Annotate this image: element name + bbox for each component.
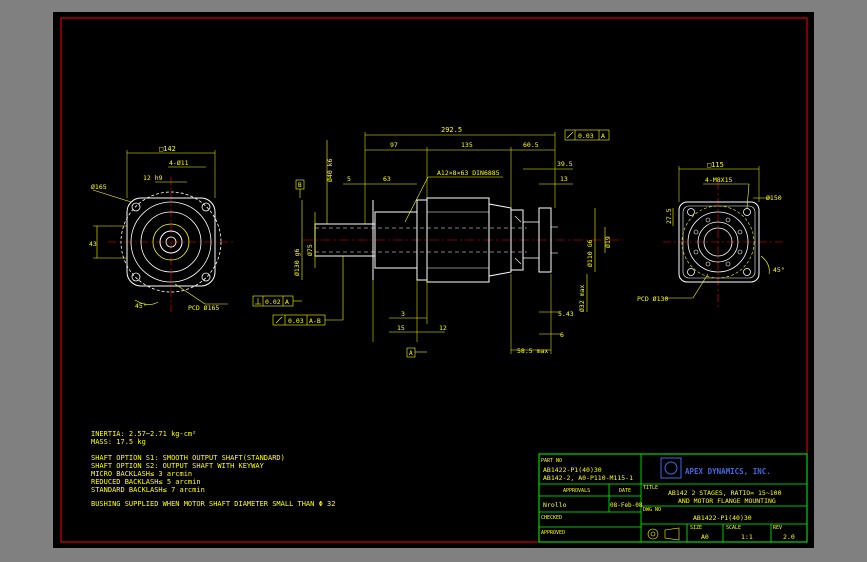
- rear-dia: Ø150: [766, 194, 782, 202]
- dim-dia-19: Ø19: [604, 236, 612, 248]
- front-pcd: PCD Ø165: [188, 304, 219, 312]
- dim-5-43: 5.43: [558, 310, 574, 318]
- size-label: SIZE: [690, 525, 702, 531]
- key-dim: A12×8×63 DIN6885: [437, 169, 500, 177]
- title-line-1: AB142 2 STAGES, RATIO= 15~100: [668, 489, 782, 497]
- front-keyway-dim: 12 h9: [143, 174, 163, 182]
- dim-dia-40: Ø40 k6: [326, 158, 334, 182]
- approved-label: APPROVED: [541, 530, 565, 536]
- part-no-1: AB1422-P1(40)30: [543, 466, 602, 474]
- dim-135: 135: [461, 141, 473, 149]
- rear-square: □115: [707, 161, 724, 169]
- front-angle: 45°: [135, 302, 147, 310]
- part-no-label: PART NO: [541, 458, 562, 464]
- drawing-canvas: □142 4-Ø11 12 h9 Ø165 43 PCD Ø165 45° 29…: [60, 17, 808, 543]
- company-logo-icon: [660, 457, 682, 479]
- dim-58-5: 58.5 max: [517, 347, 548, 355]
- front-height-dim: 43: [89, 240, 97, 248]
- dim-dia-32: Ø32 max: [578, 285, 586, 312]
- title-label: TITLE: [643, 485, 658, 491]
- projection-symbol-icon: [647, 528, 659, 540]
- datum-a: A: [409, 350, 413, 357]
- dim-dia-75: Ø75: [306, 244, 314, 256]
- notes: INERTIA: 2.57~2.71 kg-cm² MASS: 17.5 kg …: [91, 430, 335, 508]
- title-block: PART NO AB1422-P1(40)30 AB142-2, A0-P110…: [538, 453, 808, 543]
- note-line: STANDARD BACKLASH≤ 7 arcmin: [91, 486, 205, 494]
- dim-97: 97: [390, 141, 398, 149]
- runout-tol: 0.03: [288, 317, 304, 325]
- perp-ref: A: [285, 298, 289, 306]
- dim-6: 6: [560, 331, 564, 339]
- perp-tol: 0.02: [265, 298, 281, 306]
- size-value: A0: [701, 533, 709, 541]
- dim-dia-130: Ø130 g6: [293, 249, 301, 276]
- title-line-2: AND MOTOR FLANGE MOUNTING: [678, 497, 776, 505]
- part-no-2: AB142-2, A0-P110-M115-1: [543, 474, 633, 482]
- rev-label: REV: [773, 525, 782, 531]
- dim-63: 63: [383, 175, 391, 183]
- dim-3: 3: [401, 310, 405, 318]
- cad-viewport[interactable]: □142 4-Ø11 12 h9 Ø165 43 PCD Ø165 45° 29…: [53, 12, 814, 548]
- side-view: 292.5 97 135 60.5 5 63 A12×8×63 DIN6885 …: [252, 126, 623, 358]
- note-line: SHAFT OPTION S1: SMOOTH OUTPUT SHAFT(STA…: [91, 454, 285, 462]
- note-line: INERTIA: 2.57~2.71 kg-cm²: [91, 430, 196, 438]
- checked-label: CHECKED: [541, 515, 562, 521]
- rear-holes: 4-M8X15: [705, 176, 732, 184]
- note-line: REDUCED BACKLASH≤ 5 arcmin: [91, 478, 201, 486]
- rear-pcd: PCD Ø130: [637, 295, 668, 303]
- dim-15: 15: [397, 324, 405, 332]
- date-label: DATE: [619, 488, 631, 494]
- front-holes-dim: 4-Ø11: [169, 159, 189, 167]
- top-tolerance: 0.03: [578, 132, 594, 140]
- dim-39-5: 39.5: [557, 160, 573, 168]
- rear-view: □115 4-M8X15 Ø150 27.5 PCD Ø130 45°: [637, 161, 785, 307]
- approvals-label: APPROVALS: [563, 488, 590, 494]
- dwg-no: AB1422-P1(40)30: [693, 514, 752, 522]
- dim-dia-110: Ø110 G6: [586, 240, 594, 267]
- drawn-date: 08-Feb-08: [610, 502, 643, 509]
- note-line: MICRO BACKLASH≤ 3 arcmin: [91, 470, 192, 478]
- drawn-by: Nrollo: [543, 501, 567, 509]
- note-line: MASS: 17.5 kg: [91, 438, 146, 446]
- dim-12: 12: [439, 324, 447, 332]
- scale-value: 1:1: [741, 533, 753, 541]
- rear-angle: 45°: [773, 266, 785, 274]
- note-line: BUSHING SUPPLIED WHEN MOTOR SHAFT DIAMET…: [91, 500, 335, 508]
- runout-ref: A-B: [309, 317, 321, 325]
- dim-5: 5: [347, 175, 351, 183]
- rear-dim-25: 27.5: [665, 208, 673, 224]
- dwg-no-label: DWG NO: [643, 507, 661, 513]
- rev-value: 2.0: [783, 533, 795, 541]
- note-line: SHAFT OPTION S2: OUTPUT SHAFT WITH KEYWA…: [91, 462, 265, 470]
- dim-13: 13: [560, 175, 568, 183]
- datum-b: B: [298, 182, 302, 189]
- front-square-dim: □142: [159, 145, 176, 153]
- scale-label: SCALE: [726, 525, 741, 531]
- front-outer-dia: Ø165: [91, 183, 107, 191]
- top-tolerance-ref: A: [601, 132, 605, 140]
- company-name: APEX DYNAMICS, INC.: [685, 467, 771, 476]
- front-view: □142 4-Ø11 12 h9 Ø165 43 PCD Ø165 45°: [89, 145, 233, 312]
- overall-length: 292.5: [441, 126, 462, 134]
- dim-60-5: 60.5: [523, 141, 539, 149]
